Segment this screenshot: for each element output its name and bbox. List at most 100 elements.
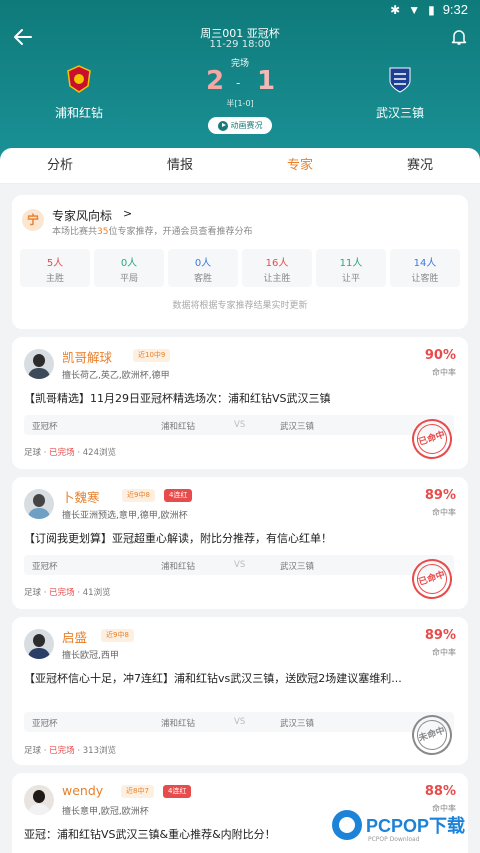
avatar[interactable]: [24, 349, 54, 379]
match-vs: VS: [234, 717, 246, 727]
stat-value: 16人: [265, 258, 289, 269]
footer-status: 已完场: [49, 746, 75, 756]
wifi-icon: ▼: [408, 2, 421, 17]
vane-subtitle: 本场比赛共35位专家推荐，开通会员查看推荐分布: [52, 224, 252, 237]
match-away: 武汉三镇: [280, 719, 315, 729]
hit-rate: 88%: [424, 784, 456, 799]
score-separator: -: [236, 76, 241, 90]
stat-handicap-away: 14人 让客胜: [390, 249, 460, 287]
vane-icon: 宁: [22, 209, 44, 231]
footer-sport: 足球: [24, 448, 42, 458]
vane-note: 数据将根据专家推荐结果实时更新: [172, 301, 308, 311]
bluetooth-icon: ✱: [390, 2, 401, 17]
tab-bar: 分析 情报 专家 赛况: [0, 148, 480, 184]
away-team[interactable]: 武汉三镇: [340, 64, 460, 121]
stat-value: 14人: [413, 258, 437, 269]
hit-rate: 89%: [424, 628, 456, 643]
expert-card[interactable]: 卜魏寒 近9中8 4连红 擅长亚洲预选,意甲,德甲,欧洲杯 89% 命中率 【订…: [12, 477, 468, 609]
match-datetime: 11-29 18:00: [209, 39, 271, 50]
stat-value: 0人: [120, 258, 138, 269]
stat-label: 平局: [119, 274, 138, 284]
expert-card[interactable]: 启盛 近9中8 擅长欧冠,西甲 89% 命中率 【亚冠杯信心十足，冲7连红】浦和…: [12, 617, 468, 765]
hit-rate-label: 命中率: [432, 368, 456, 377]
expert-name[interactable]: wendy: [62, 783, 103, 798]
battery-icon: ▮: [428, 2, 435, 17]
home-team[interactable]: 浦和红钻: [19, 64, 139, 121]
hit-rate-label: 命中率: [432, 648, 456, 657]
match-away: 武汉三镇: [280, 562, 315, 572]
streak-badge: 4连红: [164, 489, 193, 502]
expert-name[interactable]: 卜魏寒: [62, 487, 100, 506]
record-badge: 近9中8: [101, 629, 134, 642]
expert-name[interactable]: 启盛: [62, 627, 87, 646]
recommendation-title[interactable]: 【凯哥精选】11月29日亚冠杯精选场次：浦和红钻VS武汉三镇: [24, 389, 454, 408]
match-row: 亚冠杯 浦和红钻 VS 武汉三镇: [24, 712, 454, 732]
stat-handicap-draw: 11人 让平: [316, 249, 386, 287]
expert-specialty: 擅长意甲,欧冠,欧洲杯: [62, 807, 149, 817]
play-icon: [217, 120, 228, 131]
stat-away-win: 0人 客胜: [168, 249, 238, 287]
footer-views: 313浏览: [82, 746, 116, 756]
avatar[interactable]: [24, 629, 54, 659]
status-bar: ✱ ▼ ▮ 9:32: [0, 0, 480, 22]
hit-rate: 89%: [424, 488, 456, 503]
expert-vane-card: 宁 专家风向标 > 本场比赛共35位专家推荐，开通会员查看推荐分布 5人 主胜 …: [12, 195, 468, 329]
away-score: 1: [257, 66, 276, 96]
chevron-right-icon[interactable]: >: [123, 207, 132, 220]
match-away: 武汉三镇: [280, 422, 315, 432]
tab-intel[interactable]: 情报: [120, 148, 240, 183]
expert-name[interactable]: 凯哥解球: [62, 347, 112, 366]
watermark-text: PCPOP下载: [366, 816, 466, 836]
match-home: 浦和红钻: [161, 562, 196, 572]
status-time: 9:32: [442, 2, 468, 17]
match-league: 亚冠杯: [32, 562, 58, 572]
watermark-logo: PCPOP下载 PCPOP Download: [332, 806, 480, 850]
footer-views: 424浏览: [82, 448, 116, 458]
stat-value: 5人: [46, 258, 64, 269]
match-vs: VS: [234, 560, 246, 570]
footer-status: 已完场: [49, 448, 75, 458]
recommendation-title[interactable]: 【订阅我更划算】亚冠超重心解读，附比分推荐，有信心红单！: [24, 529, 454, 548]
record-badge: 近10中9: [133, 349, 171, 362]
match-league: 亚冠杯: [32, 719, 58, 729]
vane-title[interactable]: 专家风向标: [52, 207, 112, 224]
watermark-icon: [332, 810, 362, 840]
card-footer: 足球 · 已完场 · 41浏览: [24, 588, 111, 598]
home-team-logo: [67, 65, 91, 93]
footer-views: 41浏览: [82, 588, 111, 598]
hit-rate-label: 命中率: [432, 508, 456, 517]
avatar[interactable]: [24, 785, 54, 815]
expert-specialty: 擅长荷乙,英乙,欧洲杯,德甲: [62, 371, 170, 381]
match-league: 亚冠杯: [32, 422, 58, 432]
record-badge: 近8中7: [121, 785, 154, 798]
stat-label: 客胜: [193, 274, 212, 284]
stat-value: 0人: [194, 258, 212, 269]
footer-sport: 足球: [24, 588, 42, 598]
record-badge: 近9中8: [122, 489, 155, 502]
tab-analysis[interactable]: 分析: [0, 148, 120, 183]
stat-label: 主胜: [45, 274, 64, 284]
match-header: ✱ ▼ ▮ 9:32 周三001 亚冠杯 11-29 18:00 完场 浦和红钻…: [0, 0, 480, 160]
stat-label: 让主胜: [263, 274, 291, 284]
vane-sub-prefix: 本场比赛共: [52, 227, 98, 237]
stat-value: 11人: [339, 258, 363, 269]
footer-status: 已完场: [49, 588, 75, 598]
home-score: 2: [206, 66, 225, 96]
stat-home-win: 5人 主胜: [20, 249, 90, 287]
vane-expert-count: 35: [97, 227, 109, 237]
expert-specialty: 擅长亚洲预选,意甲,德甲,欧洲杯: [62, 511, 188, 521]
recommendation-title[interactable]: 【亚冠杯信心十足，冲7连红】浦和红钻vs武汉三镇，送欧冠2场建议塞维利...: [24, 669, 454, 688]
match-home: 浦和红钻: [161, 719, 196, 729]
stat-label: 让客胜: [411, 274, 439, 284]
vane-stats: 5人 主胜 0人 平局 0人 客胜 16人 让主胜 11人 让平 14人 让客胜: [20, 249, 460, 287]
expert-card[interactable]: 凯哥解球 近10中9 擅长荷乙,英乙,欧洲杯,德甲 90% 命中率 【凯哥精选】…: [12, 337, 468, 469]
tab-experts[interactable]: 专家: [240, 148, 360, 183]
avatar[interactable]: [24, 489, 54, 519]
tab-live[interactable]: 赛况: [360, 148, 480, 183]
match-home: 浦和红钻: [161, 422, 196, 432]
hit-rate: 90%: [424, 348, 456, 363]
card-footer: 足球 · 已完场 · 313浏览: [24, 746, 116, 756]
animation-button[interactable]: 动画赛况: [208, 117, 272, 134]
halftime-score: 半[1-0]: [226, 99, 254, 108]
card-footer: 足球 · 已完场 · 424浏览: [24, 448, 116, 458]
